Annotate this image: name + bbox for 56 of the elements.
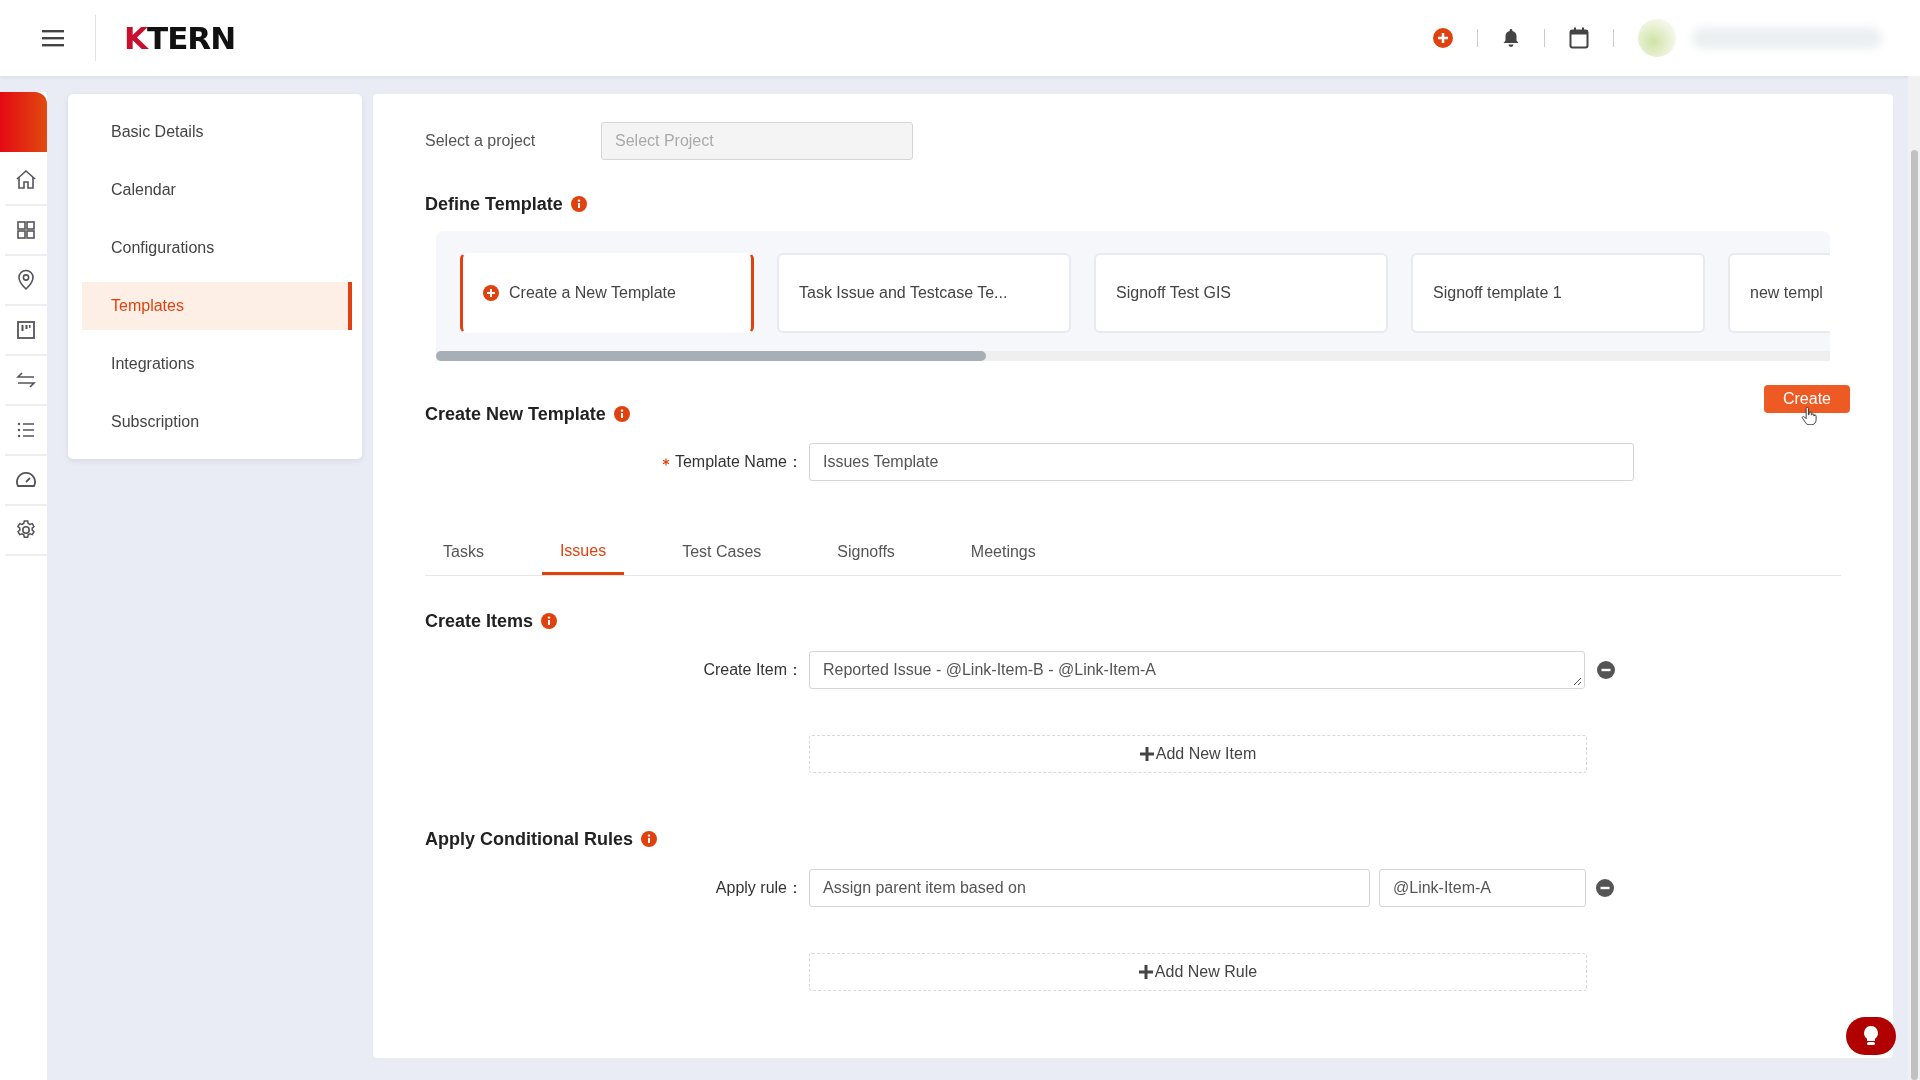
logo: KTERN	[124, 20, 236, 56]
remove-icon[interactable]	[1597, 661, 1615, 679]
home-icon[interactable]	[14, 168, 38, 192]
item-text-area[interactable]: Reported Issue - @Link-Item-B - @Link-Item-A	[809, 651, 1585, 689]
add-icon	[483, 285, 499, 301]
tab[interactable]: Signoffs	[819, 529, 913, 575]
menu-item[interactable]: Subscription	[82, 398, 352, 446]
horizontal-scrollbar[interactable]	[436, 351, 1830, 361]
info-icon[interactable]	[613, 406, 630, 422]
calendar-icon[interactable]	[1569, 27, 1589, 49]
card-label: Signoff Test GIS	[1116, 284, 1232, 302]
template-card[interactable]: new templ	[1728, 253, 1830, 333]
tab[interactable]: Issues	[541, 529, 625, 575]
section-title: Apply Conditional Rules	[425, 828, 633, 850]
grid-icon[interactable]	[14, 218, 38, 242]
remove-icon[interactable]	[1596, 879, 1614, 897]
menu-item[interactable]: Calendar	[82, 166, 352, 214]
menu-item[interactable]: Templates	[82, 282, 352, 330]
template-name-field[interactable]: Issues Template	[809, 443, 1634, 481]
condition-field[interactable]: Assign parent item based on	[809, 869, 1370, 907]
target-field[interactable]: @Link-Item-A	[1379, 869, 1586, 907]
menu-item[interactable]: Configurations	[82, 224, 352, 272]
tab[interactable]: Meetings	[952, 529, 1054, 575]
add-icon[interactable]	[1433, 28, 1453, 48]
section-title: Define Template	[425, 193, 563, 215]
menu-item[interactable]: Basic Details	[82, 108, 352, 156]
tab[interactable]: Test Cases	[664, 529, 780, 575]
field-label: Create Item：	[702, 659, 803, 680]
template-card[interactable]: Task Issue and Testcase Te...	[777, 253, 1071, 333]
card-label: Create a New Template	[509, 284, 676, 302]
field-label: Select a project	[425, 132, 537, 150]
field-label: Apply rule：	[714, 877, 803, 898]
template-card[interactable]: Signoff Test GIS	[1094, 253, 1388, 333]
plus-icon	[1139, 747, 1154, 761]
field-label: Template Name：	[674, 451, 803, 472]
menu-item[interactable]: Integrations	[82, 340, 352, 388]
add-button[interactable]: Add New Item	[809, 735, 1587, 773]
menu-icon[interactable]	[42, 29, 64, 47]
section-title: Create New Template	[425, 403, 606, 425]
card-label: Signoff template 1	[1433, 284, 1562, 302]
info-icon[interactable]	[641, 831, 657, 847]
lightbulb-icon	[1862, 1025, 1880, 1047]
add-button[interactable]: Add New Rule	[809, 953, 1587, 991]
resize-handle-icon[interactable]	[1572, 676, 1582, 686]
card-label: Task Issue and Testcase Te...	[799, 284, 1008, 302]
card-label: new templ	[1750, 284, 1823, 302]
tab[interactable]: Tasks	[425, 529, 502, 575]
template-card[interactable]: Signoff template 1	[1411, 253, 1705, 333]
board-icon[interactable]	[14, 318, 38, 342]
plus-icon	[1138, 965, 1153, 979]
section-title: Create Items	[425, 610, 534, 632]
info-icon[interactable]	[570, 196, 587, 212]
info-icon[interactable]	[541, 613, 558, 629]
template-card[interactable]: Create a New Template	[460, 253, 754, 333]
bell-icon[interactable]	[1502, 28, 1520, 48]
scrollbar[interactable]	[1908, 76, 1920, 1080]
